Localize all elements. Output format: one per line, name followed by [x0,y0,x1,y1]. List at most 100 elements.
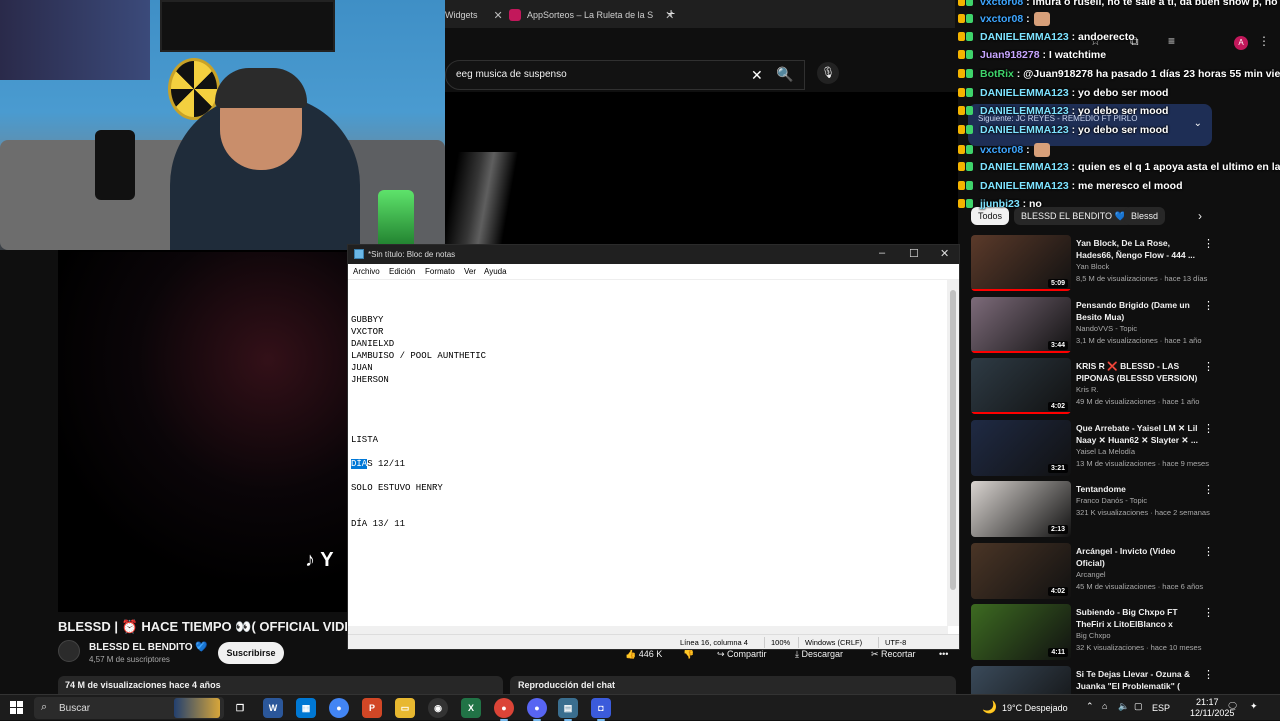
recommended-video[interactable]: 4:11 Subiendo - Big Chxpo FT TheFiri x Li… [971,604,1221,664]
video-thumbnail[interactable]: 5:09 [971,235,1071,291]
more-options-icon[interactable]: ⋮ [1203,360,1214,373]
search-icon[interactable]: 🔍 [776,66,793,83]
chat-username[interactable]: DANIELEMMA123 [980,31,1069,43]
menu-edicion[interactable]: Edición [389,267,415,276]
recommended-video[interactable]: 3:21 Que Arrebate - Yaisel LM ✕ Lil Naay … [971,419,1221,480]
chat-username[interactable]: vxctor08 [980,0,1023,8]
recommended-video[interactable]: Si Te Dejas Llevar - Ozuna & Juanka "El … [971,665,1221,695]
word-icon[interactable]: W [263,698,283,718]
video-thumbnail[interactable]: 4:02 [971,358,1071,414]
channel-avatar[interactable] [58,640,80,662]
chat-username[interactable]: DANIELEMMA123 [980,87,1069,99]
new-tab-icon[interactable]: + [667,5,675,21]
video-title[interactable]: Yan Block, De La Rose, Hades66, Ñengo Fl… [1076,237,1204,261]
video-channel[interactable]: Big Chxpo [1076,631,1111,640]
task-view-icon[interactable]: ❐ [230,698,250,718]
menu-archivo[interactable]: Archivo [353,267,380,276]
channel-name[interactable]: BLESSD EL BENDITO 💙 [89,642,208,653]
scroll-thumb[interactable] [950,290,956,590]
powerpoint-icon[interactable]: P [362,698,382,718]
excel-icon[interactable]: X [461,698,481,718]
notepad-text-area[interactable]: GUBBYY VXCTOR DANIELXD LAMBUISO / POOL A… [348,280,948,626]
chat-username[interactable]: DANIELEMMA123 [980,180,1069,192]
more-options-icon[interactable]: ⋮ [1203,545,1214,558]
tab-appsorteos[interactable]: AppSorteos – La Ruleta de la S ✕ [509,4,674,26]
chat-username[interactable]: DANIELEMMA123 [980,105,1069,117]
notifications-icon[interactable]: 🗨 [1227,701,1238,712]
obs-icon[interactable]: ◉ [428,698,448,718]
video-thumbnail[interactable]: 3:21 [971,419,1071,476]
more-options-icon[interactable]: ⋮ [1203,299,1214,312]
chat-username[interactable]: DANIELEMMA123 [980,124,1069,136]
recommended-video[interactable]: 4:02 Arcángel - Invicto (Video Oficial) Ar… [971,542,1221,603]
menu-formato[interactable]: Formato [425,267,455,276]
video-channel[interactable]: NandoVVS - Topic [1076,324,1137,333]
taskbar-search[interactable]: ⌕ Buscar [34,697,224,719]
clock-time[interactable]: 21:17 [1196,697,1219,707]
chevron-up-icon[interactable]: ⌃ [1086,701,1094,712]
chrome-profile-icon[interactable]: ● [494,698,514,721]
more-options-icon[interactable]: ⋮ [1203,483,1214,496]
video-title[interactable]: Que Arrebate - Yaisel LM ✕ Lil Naay ✕ Hu… [1076,422,1204,446]
video-title[interactable]: Subiendo - Big Chxpo FT TheFiri x LitoEl… [1076,606,1204,630]
close-icon[interactable]: ✕ [940,247,949,260]
chat-username[interactable]: DANIELEMMA123 [980,161,1069,173]
menu-ayuda[interactable]: Ayuda [484,267,507,276]
chat-username[interactable]: vxctor08 [980,144,1023,156]
vertical-scrollbar[interactable] [947,280,959,626]
recommended-video[interactable]: 5:09 Yan Block, De La Rose, Hades66, Ñeng… [971,235,1221,295]
video-title[interactable]: Arcángel - Invicto (Video Oficial) [1076,545,1204,569]
volume-icon[interactable]: 🔈 [1118,701,1129,712]
chrome-profile2-icon[interactable]: ● [527,698,547,721]
video-title[interactable]: Tentandome [1076,483,1204,495]
menu-ver[interactable]: Ver [464,267,476,276]
video-thumbnail[interactable] [971,665,1071,695]
network-icon[interactable]: ⌂ [1102,701,1107,711]
store-icon[interactable]: ▦ [296,698,316,718]
video-channel[interactable]: Kris R. [1076,385,1099,394]
video-thumbnail[interactable]: 4:02 [971,542,1071,599]
file-explorer-icon[interactable]: ▭ [395,698,415,718]
video-title[interactable]: Pensando Brigido (Dame un Besito Mua) [1076,299,1204,323]
more-options-icon[interactable]: ⋮ [1203,606,1214,619]
more-options-icon[interactable]: ⋮ [1203,668,1214,681]
windows-start-icon[interactable] [10,701,24,715]
minimize-icon[interactable]: – [879,247,885,259]
video-channel[interactable]: Yaisel La Melodía [1076,447,1135,456]
video-channel[interactable]: Yan Block [1076,262,1109,271]
maximize-icon[interactable]: ☐ [909,247,919,260]
weather-text[interactable]: 19°C Despejado [1002,703,1068,713]
video-thumbnail[interactable]: 4:11 [971,604,1071,660]
more-options-icon[interactable]: ⋮ [1203,237,1214,250]
subscribe-button[interactable]: Suscribirse [218,642,284,664]
notepad-titlebar[interactable]: *Sin título: Bloc de notas – ☐ ✕ [348,245,959,264]
recommended-video[interactable]: 3:44 Pensando Brigido (Dame un Besito Mua… [971,296,1221,357]
video-description-box[interactable]: 74 M de visualizaciones hace 4 años [58,676,503,696]
chat-replay-header[interactable]: Reproducción del chat [510,676,956,696]
copilot-icon[interactable]: ✦ [1250,701,1258,712]
recommended-video[interactable]: 2:13 Tentandome Franco Danós - Topic 321 K … [971,481,1221,541]
notepad-taskbar-icon[interactable]: ▤ [558,698,578,721]
tab-widgets[interactable]: Widgets ✕ [445,4,503,26]
close-icon[interactable]: ✕ [494,9,503,22]
chat-username[interactable]: jjunbi23 [980,198,1020,210]
video-title[interactable]: KRIS R ❌ BLESSD - LAS PIPONAS (BLESSD VE… [1076,360,1204,384]
video-thumbnail[interactable]: 3:44 [971,296,1071,353]
chat-username[interactable]: BotRix [980,68,1014,80]
video-title[interactable]: Si Te Dejas Llevar - Ozuna & Juanka "El … [1076,668,1204,692]
camera-icon[interactable]: ▢ [1134,701,1143,712]
app-taskbar-icon[interactable]: ◘ [591,698,611,721]
chat-username[interactable]: Juan918278 [980,49,1040,61]
video-thumbnail[interactable]: 2:13 [971,481,1071,537]
microphone-icon[interactable]: 🎙 [817,62,839,84]
chrome-icon[interactable]: ● [329,698,349,718]
clear-icon[interactable]: ✕ [751,67,763,84]
recommended-video[interactable]: 4:02 KRIS R ❌ BLESSD - LAS PIPONAS (BLESS… [971,358,1221,418]
more-options-icon[interactable]: ⋮ [1203,422,1214,435]
search-input[interactable]: eeg musica de suspenso ✕ 🔍 [445,60,805,90]
video-channel[interactable]: Franco Danós - Topic [1076,496,1147,505]
video-channel[interactable]: Arcangel [1076,570,1106,579]
chat-username[interactable]: vxctor08 [980,13,1023,25]
language[interactable]: ESP [1152,703,1170,713]
tab-label: AppSorteos – La Ruleta de la S [527,10,654,20]
